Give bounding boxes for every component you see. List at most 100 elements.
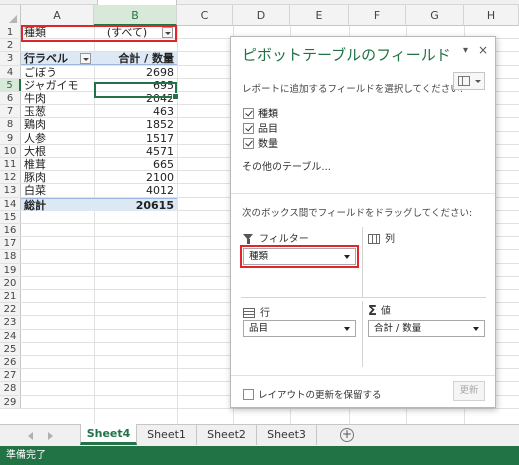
checkbox-checked-icon[interactable] [243, 138, 254, 149]
pivot-total-label[interactable]: 総計 [21, 197, 94, 211]
field-item[interactable]: 数量 [243, 135, 278, 150]
pivot-item-label[interactable]: 人参 [24, 132, 92, 145]
column-header-d[interactable]: D [233, 5, 290, 26]
chevron-down-icon [475, 80, 481, 83]
rows-area-header: 行 [243, 304, 270, 319]
pivot-item-label[interactable]: ジャガイモ [24, 79, 92, 92]
row-header[interactable]: 27 [0, 369, 21, 382]
row-header[interactable]: 24 [0, 329, 21, 342]
row-header[interactable]: 17 [0, 237, 21, 250]
row-header[interactable]: 12 [0, 171, 21, 184]
row-header[interactable]: 25 [0, 342, 21, 355]
row-header[interactable]: 6 [0, 92, 21, 105]
pane-options-icon[interactable]: ▾ [463, 45, 468, 56]
row-header[interactable]: 20 [0, 276, 21, 289]
field-label: 種類 [258, 109, 278, 120]
column-header-b[interactable]: B [94, 5, 177, 26]
sheet-tab-sheet1[interactable]: Sheet1 [137, 425, 197, 445]
pivot-item-value[interactable]: 1852 [94, 118, 177, 131]
divider [231, 193, 495, 194]
values-field-dropdown[interactable]: 合計 / 数量 [368, 320, 485, 337]
pivot-item-value[interactable]: 463 [94, 105, 177, 118]
sheet-tab-sheet4[interactable]: Sheet4 [80, 424, 137, 445]
checkbox-unchecked-icon[interactable] [243, 389, 254, 400]
filters-area-header: フィルター [243, 230, 309, 245]
pivot-item-label[interactable]: 大根 [24, 145, 92, 158]
field-item[interactable]: 種類 [243, 105, 278, 120]
row-header[interactable]: 1 [0, 26, 21, 39]
update-button[interactable]: 更新 [453, 381, 485, 401]
row-header[interactable]: 4 [0, 65, 21, 78]
sigma-icon: Σ [368, 304, 377, 319]
column-header-e[interactable]: E [290, 5, 349, 26]
layout-tools-icon[interactable] [453, 72, 485, 90]
filters-area-label: フィルター [259, 234, 309, 245]
column-header-f[interactable]: F [349, 5, 406, 26]
pivot-item-label[interactable]: 白菜 [24, 184, 92, 197]
column-header-g[interactable]: G [406, 5, 464, 26]
divider [241, 297, 486, 298]
sheet-tab-bar: Sheet4 Sheet1 Sheet2 Sheet3 + [0, 424, 519, 446]
pivot-item-value[interactable]: 2100 [94, 171, 177, 184]
column-header-c[interactable]: C [177, 5, 233, 26]
row-header[interactable]: 11 [0, 158, 21, 171]
pivot-item-label[interactable]: 椎茸 [24, 158, 92, 171]
rows-field-dropdown[interactable]: 品目 [243, 320, 356, 337]
row-header[interactable]: 2 [0, 39, 21, 52]
rows-icon [243, 308, 255, 318]
sheet-tab-sheet3[interactable]: Sheet3 [257, 425, 317, 445]
row-header[interactable]: 7 [0, 105, 21, 118]
chevron-down-icon [473, 327, 479, 331]
field-item[interactable]: 品目 [243, 120, 278, 135]
row-header-active[interactable]: 5 [0, 78, 21, 91]
pivot-item-label[interactable]: 鶏肉 [24, 118, 92, 131]
row-header[interactable]: 23 [0, 316, 21, 329]
scroll-tabs-right-icon[interactable] [48, 432, 53, 440]
row-header[interactable]: 21 [0, 290, 21, 303]
row-header[interactable]: 22 [0, 303, 21, 316]
column-header-bar: A B C D E F G H [0, 5, 519, 26]
close-icon[interactable]: × [478, 43, 488, 57]
row-header[interactable]: 26 [0, 356, 21, 369]
row-header[interactable]: 9 [0, 131, 21, 144]
other-tables-link[interactable]: その他のテーブル... [242, 158, 331, 173]
row-header[interactable]: 3 [0, 52, 21, 65]
pivot-item-label[interactable]: ごぼう [24, 66, 92, 79]
row-header[interactable]: 15 [0, 210, 21, 223]
row-header[interactable]: 14 [0, 197, 21, 210]
pivot-item-value[interactable]: 1517 [94, 132, 177, 145]
pivot-item-label[interactable]: 豚肉 [24, 171, 92, 184]
checkbox-checked-icon[interactable] [243, 108, 254, 119]
pivot-item-value[interactable]: 4571 [94, 145, 177, 158]
pivot-item-value[interactable]: 2698 [94, 66, 177, 79]
columns-area-header: 列 [368, 230, 395, 245]
add-sheet-icon[interactable]: + [340, 428, 354, 442]
row-header[interactable]: 13 [0, 184, 21, 197]
checkbox-checked-icon[interactable] [243, 123, 254, 134]
divider [362, 301, 363, 367]
select-all-button[interactable] [0, 5, 21, 26]
pivot-item-value[interactable]: 665 [94, 158, 177, 171]
row-header[interactable]: 10 [0, 144, 21, 157]
column-header-a[interactable]: A [21, 5, 94, 26]
pivot-item-value[interactable]: 4012 [94, 184, 177, 197]
pivot-value-header[interactable]: 合計 / 数量 [94, 52, 177, 66]
defer-update-option[interactable]: レイアウトの更新を保留する [243, 387, 382, 401]
row-header[interactable]: 16 [0, 224, 21, 237]
values-field-value: 合計 / 数量 [374, 323, 422, 334]
row-header[interactable]: 19 [0, 263, 21, 276]
values-area-label: 値 [380, 306, 391, 317]
column-header-h[interactable]: H [464, 5, 519, 26]
row-label-dropdown-icon[interactable] [80, 53, 91, 65]
row-header[interactable]: 28 [0, 382, 21, 395]
row-header[interactable]: 8 [0, 118, 21, 131]
sheet-tab-sheet2[interactable]: Sheet2 [197, 425, 257, 445]
pivot-item-label[interactable]: 牛肉 [24, 92, 92, 105]
scroll-tabs-left-icon[interactable] [28, 432, 33, 440]
pivot-total-value[interactable]: 20615 [94, 197, 177, 211]
filter-highlight-box [21, 25, 177, 42]
pivot-item-label[interactable]: 玉葱 [24, 105, 92, 118]
pivot-field-pane: ピボットテーブルのフィールド ▾ × レポートに追加するフィールドを選択してくだ… [230, 36, 496, 408]
row-header[interactable]: 29 [0, 395, 21, 408]
row-header[interactable]: 18 [0, 250, 21, 263]
